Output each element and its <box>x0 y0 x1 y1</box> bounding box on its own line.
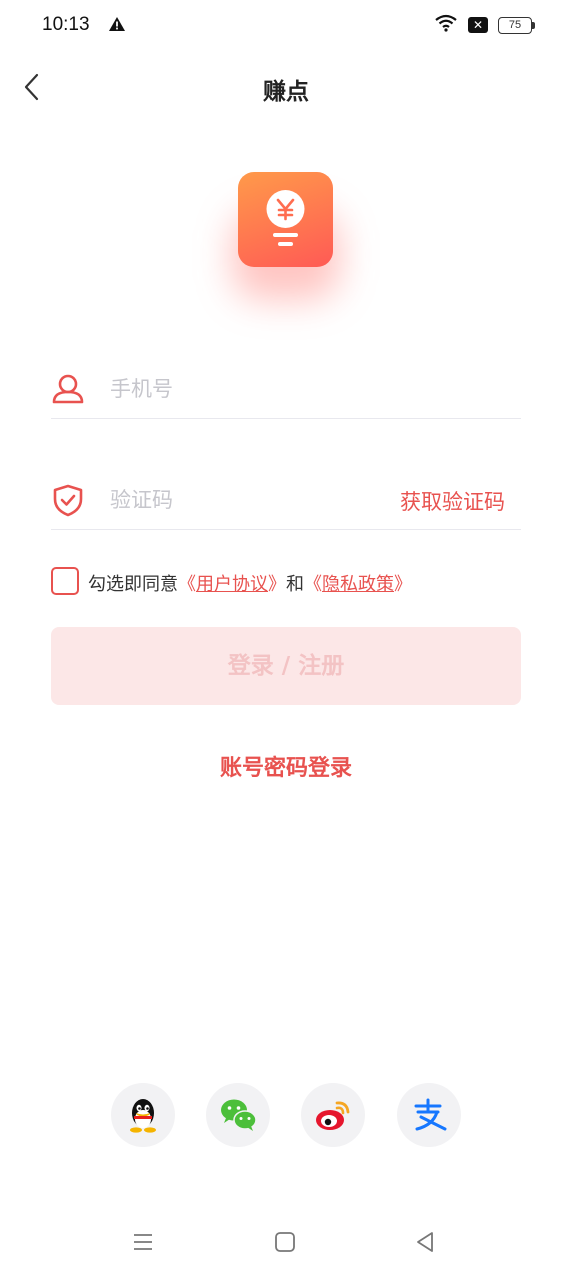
alert-icon <box>108 16 126 36</box>
weibo-login-button[interactable] <box>301 1083 365 1147</box>
app-logo <box>238 172 333 267</box>
back-nav-button[interactable] <box>413 1230 437 1258</box>
phone-field-row <box>51 358 521 419</box>
wechat-icon <box>221 1099 257 1131</box>
user-agreement-link[interactable]: 《用户协议》 <box>178 574 286 595</box>
code-input[interactable] <box>108 479 392 521</box>
menu-nav-button[interactable] <box>131 1230 155 1258</box>
qq-login-button[interactable] <box>111 1083 175 1147</box>
back-triangle-icon <box>417 1232 433 1252</box>
home-nav-button[interactable] <box>273 1230 297 1258</box>
privacy-policy-link[interactable]: 《隐私政策》 <box>304 574 412 595</box>
user-icon <box>52 374 84 404</box>
alipay-icon <box>414 1098 447 1131</box>
code-field-row: 获取验证码 <box>51 469 521 530</box>
wechat-login-button[interactable] <box>206 1083 270 1147</box>
alipay-login-button[interactable] <box>397 1083 461 1147</box>
login-register-button[interactable]: 登录 / 注册 <box>51 627 521 705</box>
agreement-text: 勾选即同意《用户协议》和《隐私政策》 <box>88 570 412 596</box>
coin-bulb-icon <box>266 190 305 246</box>
status-icons: ✕ 75 <box>434 14 535 36</box>
battery-icon: 75 <box>498 16 535 34</box>
qq-icon <box>130 1099 156 1133</box>
page-title: 赚点 <box>263 79 309 105</box>
status-time: 10:13 <box>42 14 90 35</box>
agreement-prefix: 勾选即同意 <box>88 574 178 595</box>
weibo-icon <box>316 1101 350 1130</box>
password-login-link[interactable]: 账号密码登录 <box>0 750 572 782</box>
agreement-connector: 和 <box>286 574 304 595</box>
home-icon <box>275 1232 295 1252</box>
phone-input[interactable] <box>108 368 392 410</box>
get-code-button[interactable]: 获取验证码 <box>400 486 505 516</box>
wifi-icon <box>434 14 458 36</box>
sim-x-icon: ✕ <box>468 17 488 33</box>
agree-checkbox[interactable] <box>51 567 79 595</box>
menu-icon <box>134 1234 152 1250</box>
shield-check-icon <box>53 484 83 517</box>
